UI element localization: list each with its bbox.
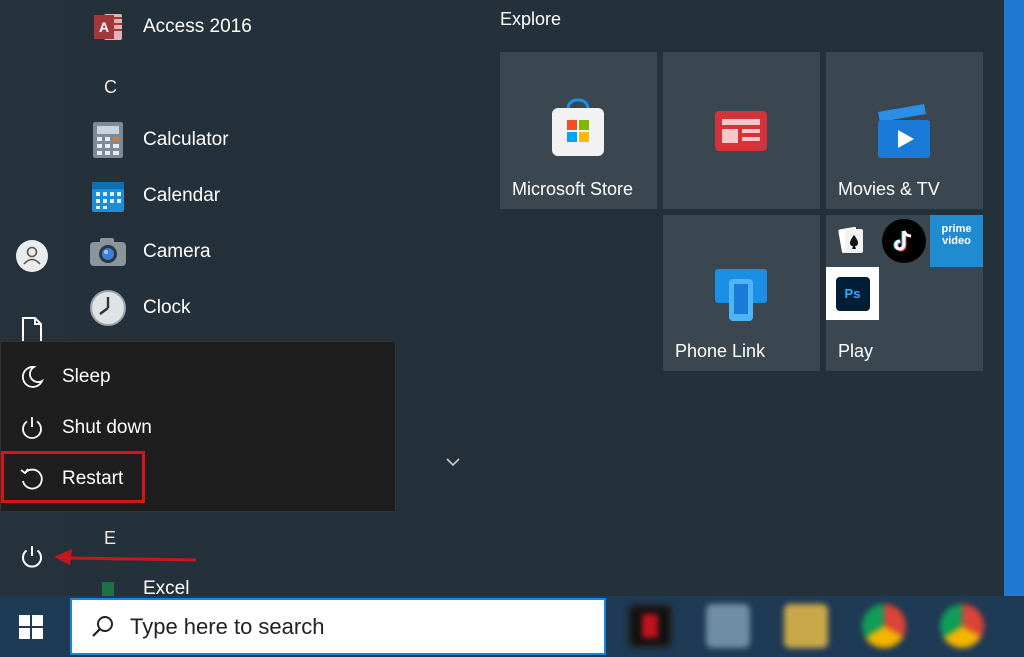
calendar-icon: [88, 176, 128, 216]
store-icon: [552, 98, 604, 156]
photoshop-label: Ps: [844, 286, 861, 301]
camera-icon: [88, 232, 128, 272]
access-icon: A: [88, 7, 128, 47]
app-calculator[interactable]: Calculator: [88, 115, 388, 165]
tile-phone-link[interactable]: Phone Link: [663, 215, 820, 371]
taskbar-chrome-1[interactable]: [862, 604, 906, 648]
user-avatar-icon: [16, 240, 48, 272]
clock-icon: [88, 288, 128, 328]
restart-icon: [17, 464, 47, 494]
excel-icon: [88, 572, 128, 596]
calculator-icon: [88, 120, 128, 160]
app-label: Excel: [143, 578, 190, 596]
taskbar: Type here to search: [0, 596, 1024, 657]
tile-microsoft-store[interactable]: Microsoft Store: [500, 52, 657, 209]
power-option-sleep[interactable]: Sleep: [1, 354, 397, 400]
letter-header-e[interactable]: E: [104, 528, 116, 549]
app-label: Calculator: [143, 129, 229, 150]
power-icon: [22, 546, 42, 568]
taskbar-search-box[interactable]: Type here to search: [70, 598, 606, 655]
search-icon: [92, 615, 113, 637]
moon-icon: [17, 362, 47, 392]
windows-logo-icon: [19, 614, 43, 639]
letter-header-c[interactable]: C: [104, 77, 117, 98]
app-label: Camera: [143, 241, 211, 262]
power-option-label: Shut down: [62, 417, 152, 438]
chevron-down-icon: [446, 458, 460, 467]
phone-link-icon: [715, 269, 767, 321]
desktop-wallpaper: [1004, 0, 1024, 596]
start-menu: A Access 2016 C Calculator Calendar Came…: [0, 0, 1024, 657]
app-label: Calendar: [143, 185, 221, 206]
tile-play[interactable]: prime video Ps Play: [826, 215, 983, 371]
tile-label: Play: [838, 341, 874, 361]
taskbar-app-2[interactable]: [706, 604, 750, 648]
power-option-restart[interactable]: Restart: [1, 456, 397, 502]
power-option-label: Restart: [62, 468, 124, 489]
prime-video-label: prime video: [941, 223, 972, 247]
tile-label: Microsoft Store: [512, 179, 634, 199]
app-excel[interactable]: Excel: [88, 572, 388, 596]
tile-label: Movies & TV: [838, 179, 940, 199]
svg-text:A: A: [99, 19, 109, 35]
tile-movies-tv[interactable]: Movies & TV: [826, 52, 983, 209]
taskbar-file-explorer[interactable]: [784, 604, 828, 648]
user-account-button[interactable]: [8, 232, 56, 280]
search-placeholder: Type here to search: [130, 613, 325, 639]
expand-button[interactable]: [444, 455, 462, 469]
solitaire-icon: [836, 225, 866, 255]
power-button[interactable]: [8, 533, 56, 581]
tile-group-title[interactable]: Explore: [500, 9, 561, 30]
tile-news[interactable]: [663, 52, 820, 209]
start-button[interactable]: [0, 596, 62, 657]
app-clock[interactable]: Clock: [88, 283, 388, 333]
taskbar-app-1[interactable]: [628, 604, 672, 648]
power-option-shutdown[interactable]: Shut down: [1, 405, 397, 451]
app-access[interactable]: A Access 2016: [88, 2, 388, 52]
prime-video-icon: prime video: [930, 215, 983, 267]
photoshop-icon: Ps: [826, 267, 879, 320]
power-option-label: Sleep: [62, 366, 111, 387]
document-icon: [22, 317, 42, 343]
power-icon: [17, 413, 47, 443]
app-label: Clock: [143, 297, 191, 318]
tile-label: Phone Link: [675, 341, 766, 361]
movies-tv-icon: [878, 104, 930, 158]
power-menu: Sleep Shut down Restart: [0, 341, 396, 512]
taskbar-chrome-2[interactable]: [940, 604, 984, 648]
news-icon: [715, 111, 767, 151]
annotation-arrow-icon: [54, 549, 197, 565]
app-label: Access 2016: [143, 16, 252, 37]
app-camera[interactable]: Camera: [88, 227, 388, 277]
app-calendar[interactable]: Calendar: [88, 171, 388, 221]
tiktok-icon: [882, 219, 926, 263]
